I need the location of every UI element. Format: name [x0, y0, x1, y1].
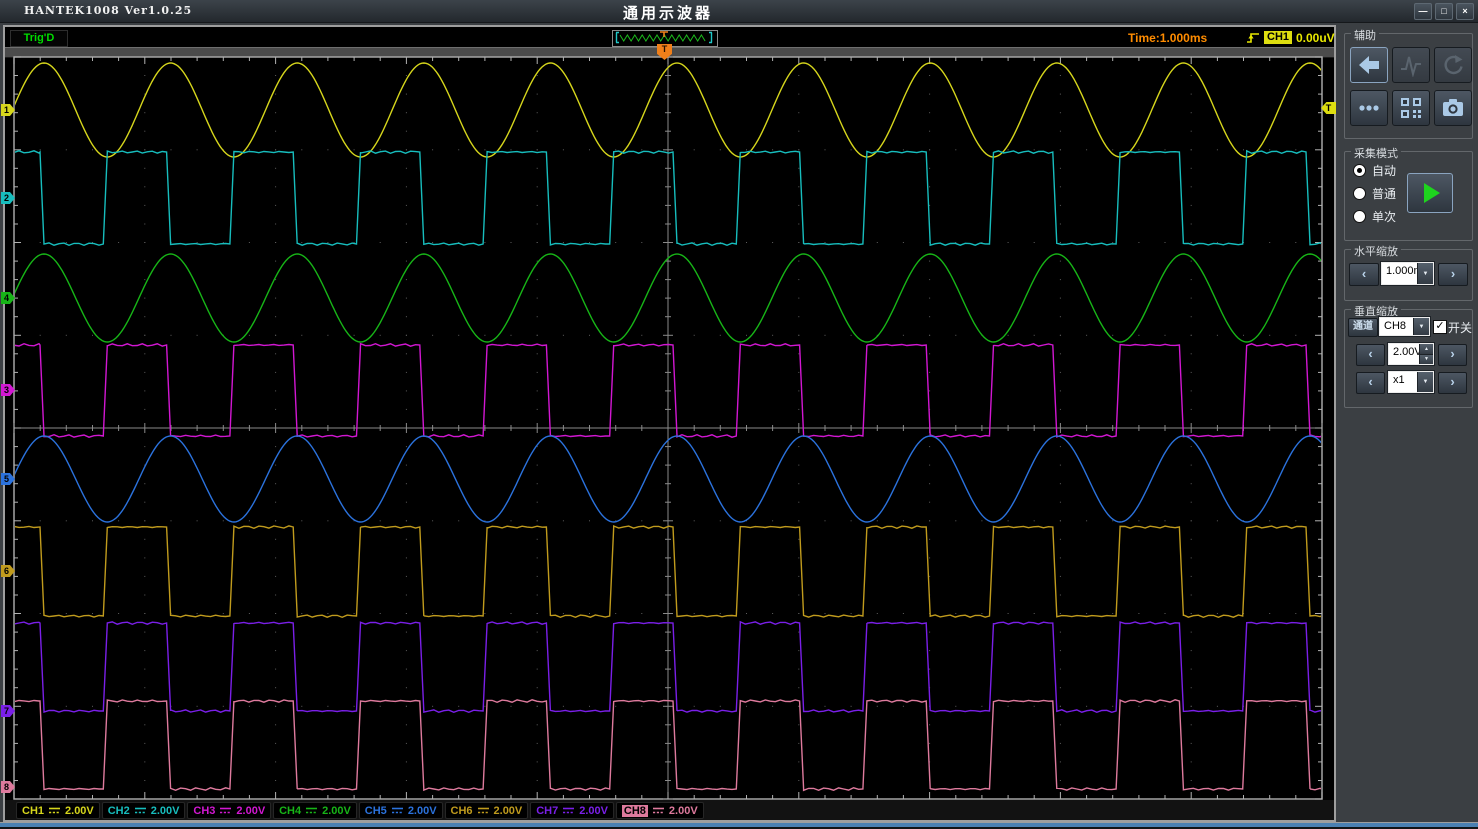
- undo-button[interactable]: [1434, 47, 1472, 83]
- chevron-down-icon[interactable]: ▼: [1417, 263, 1433, 284]
- back-button[interactable]: [1350, 47, 1388, 83]
- channel-chip-CH8[interactable]: CH8 2.00V: [615, 802, 704, 819]
- acquire-option-1[interactable]: 普通: [1353, 185, 1396, 202]
- close-button[interactable]: ×: [1456, 3, 1474, 20]
- play-icon: [1424, 183, 1440, 203]
- chip-label: CH5: [364, 804, 387, 817]
- chip-volts: 2.00V: [322, 804, 351, 817]
- spin-up-icon[interactable]: ▲: [1420, 344, 1433, 355]
- channel-chip-CH7[interactable]: CH7 2.00V: [530, 802, 614, 819]
- acquire-option-2[interactable]: 单次: [1353, 208, 1396, 225]
- radio-icon[interactable]: [1353, 210, 1366, 223]
- timebase-value: 1.000ms: [1386, 265, 1417, 277]
- acquire-option-label: 单次: [1372, 210, 1397, 224]
- ref-wave-button[interactable]: [1392, 47, 1430, 83]
- window-controls: — □ ×: [1414, 3, 1474, 20]
- channel-chip-CH1[interactable]: CH1 2.00V: [16, 802, 100, 819]
- radio-icon[interactable]: [1353, 187, 1366, 200]
- coupling-dc-icon: [391, 807, 403, 814]
- channel-chip-CH6[interactable]: CH6 2.00V: [444, 802, 529, 819]
- coupling-dc-icon: [652, 807, 664, 814]
- trigger-edge-icon: [1246, 30, 1260, 45]
- qrcode-icon: [1401, 98, 1421, 118]
- hzoom-next-button[interactable]: ›: [1438, 263, 1468, 286]
- chevron-down-icon[interactable]: ▼: [1417, 372, 1433, 392]
- multiplier-next-button[interactable]: ›: [1438, 372, 1467, 394]
- multiplier-prev-button[interactable]: ‹: [1356, 372, 1385, 394]
- channel-chip-CH3[interactable]: CH3 2.00V: [187, 802, 272, 819]
- channel-button[interactable]: 通道: [1348, 318, 1378, 337]
- chip-volts: 2.00V: [65, 804, 94, 817]
- chip-volts: 2.00V: [579, 804, 608, 817]
- switch-label: 开关: [1448, 321, 1473, 335]
- timebase-readout: Time:1.000ms: [1128, 31, 1208, 45]
- acquire-option-label: 普通: [1372, 187, 1397, 201]
- volts-spinner[interactable]: 2.00V ▲ ▼: [1387, 342, 1435, 366]
- chip-volts: 2.00V: [493, 804, 523, 817]
- chip-label: CH8: [621, 804, 648, 817]
- minimize-button[interactable]: —: [1414, 3, 1432, 20]
- scope-container: [3, 25, 1336, 822]
- volts-increase-button[interactable]: ›: [1438, 344, 1467, 366]
- spin-down-icon[interactable]: ▼: [1420, 354, 1433, 364]
- pulse-wave-icon: [1401, 56, 1421, 77]
- channel-chip-CH5[interactable]: CH5 2.00V: [358, 802, 443, 819]
- chip-label: CH3: [193, 804, 216, 817]
- volts-decrease-button[interactable]: ‹: [1356, 344, 1385, 366]
- qrcode-button[interactable]: [1392, 90, 1430, 126]
- chip-label: CH2: [107, 804, 130, 817]
- coupling-dc-icon: [477, 807, 489, 814]
- preview-wave-icon: [615, 31, 713, 44]
- chip-volts: 2.00V: [407, 804, 437, 817]
- channel-select[interactable]: CH8 ▼: [1378, 316, 1431, 337]
- chip-label: CH7: [536, 804, 559, 817]
- channel-select-value: CH8: [1384, 320, 1407, 332]
- volts-value: 2.00V: [1393, 346, 1419, 358]
- chip-volts: 2.00V: [150, 804, 180, 817]
- timebase-select[interactable]: 1.000ms ▼: [1380, 261, 1435, 286]
- trigger-level-readout: 0.00uV: [1296, 31, 1335, 45]
- chip-label: CH1: [22, 804, 45, 817]
- channel-bar: CH1 2.00V CH2 2.00V CH3 2.00V CH4 2.00V CH5 2.00V…: [5, 800, 1334, 820]
- switch-checkbox[interactable]: ✓: [1433, 320, 1447, 334]
- acquire-group-title: 采集模式: [1351, 145, 1401, 161]
- coupling-dc-icon: [134, 807, 146, 814]
- trigger-status-badge: Trig'D: [10, 30, 68, 47]
- radio-icon[interactable]: [1353, 164, 1366, 177]
- hzoom-group-title: 水平缩放: [1351, 243, 1401, 259]
- coupling-dc-icon: [563, 807, 575, 814]
- chip-label: CH6: [450, 804, 473, 817]
- multiplier-value: x1: [1393, 374, 1405, 386]
- multiplier-select[interactable]: x1 ▼: [1387, 370, 1435, 394]
- more-options-button[interactable]: [1350, 90, 1388, 126]
- run-stop-button[interactable]: [1407, 173, 1453, 213]
- camera-icon: [1443, 99, 1463, 116]
- page-title: 通用示波器: [622, 5, 713, 22]
- maximize-button[interactable]: □: [1435, 3, 1453, 20]
- ellipsis-icon: [1359, 105, 1379, 111]
- chevron-down-icon[interactable]: ▼: [1413, 318, 1429, 335]
- acquire-option-0[interactable]: 自动: [1353, 162, 1396, 179]
- hzoom-prev-button[interactable]: ‹: [1349, 263, 1379, 286]
- chip-volts: 2.00V: [668, 804, 698, 817]
- window-titlebar: HANTEK1008 Ver1.0.25 通用示波器 — □ ×: [0, 0, 1478, 23]
- coupling-dc-icon: [49, 807, 61, 814]
- channel-chip-CH4[interactable]: CH4 2.00V: [273, 802, 357, 819]
- channel-chip-CH2[interactable]: CH2 2.00V: [101, 802, 186, 819]
- acquire-option-label: 自动: [1372, 164, 1397, 178]
- aux-group-title: 辅助: [1351, 27, 1379, 43]
- chip-volts: 2.00V: [236, 804, 266, 817]
- screenshot-button[interactable]: [1434, 90, 1472, 126]
- trigger-source-badge: CH1: [1264, 31, 1293, 44]
- coupling-dc-icon: [220, 807, 232, 814]
- coupling-dc-icon: [306, 807, 318, 814]
- undo-arrow-icon: [1444, 55, 1463, 75]
- back-arrow-icon: [1359, 56, 1379, 74]
- chip-label: CH4: [279, 804, 302, 817]
- spinner-buttons: ▲ ▼: [1419, 344, 1433, 364]
